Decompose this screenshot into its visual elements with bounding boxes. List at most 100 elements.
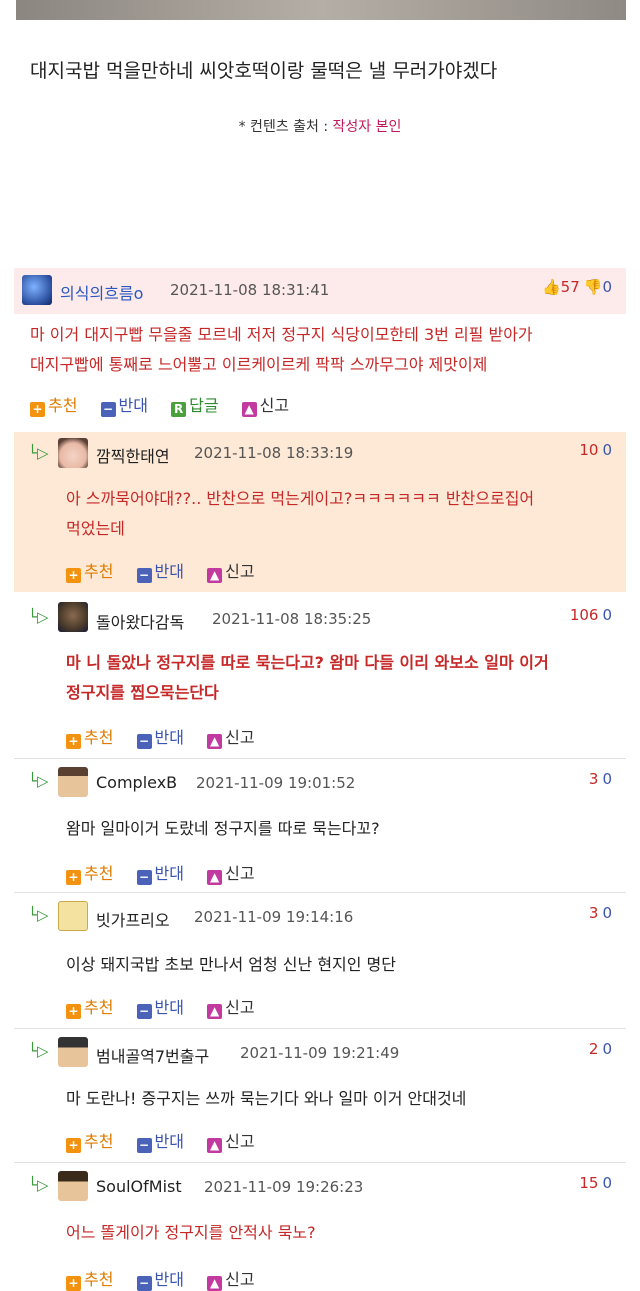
upvote-count: 57 xyxy=(560,278,580,296)
downvote-label: 반대 xyxy=(154,998,184,1017)
comment-nickname[interactable]: 범내골역7번출구 xyxy=(96,1043,209,1067)
plus-icon: + xyxy=(66,1276,81,1291)
downvote-count: 0 xyxy=(602,1040,612,1058)
avatar[interactable] xyxy=(22,275,52,305)
upvote-button[interactable]: + 추천 xyxy=(66,724,113,749)
upvote-button[interactable]: + 추천 xyxy=(66,860,113,885)
upvote-label: 추천 xyxy=(84,998,114,1017)
avatar[interactable] xyxy=(58,767,88,797)
comment-score: 20 xyxy=(589,1040,612,1058)
report-label: 신고 xyxy=(225,728,255,747)
report-button[interactable]: ▲ 신고 xyxy=(241,392,289,417)
comment-item: └▷ 빗가프리오 2021-11-09 19:14:16 30 이상 돼지국밥 … xyxy=(14,894,626,1029)
avatar[interactable] xyxy=(58,1037,88,1067)
comment-score: 30 xyxy=(589,904,612,922)
report-button[interactable]: ▲ 신고 xyxy=(207,724,255,749)
comment-text-line: 마 이거 대지구빱 무을줄 모르네 저저 정구지 식당이모한테 3번 리필 받아… xyxy=(30,325,533,344)
comment-actions: + 추천 − 반대 ▲ 신고 xyxy=(66,860,273,885)
avatar[interactable] xyxy=(58,1171,88,1201)
comment-text: 마 이거 대지구빱 무을줄 모르네 저저 정구지 식당이모한테 3번 리필 받아… xyxy=(30,320,620,380)
reply-icon: R xyxy=(171,402,187,417)
comment-score: 10 0 xyxy=(579,441,612,459)
upvote-label: 추천 xyxy=(84,864,114,883)
downvote-count: 0 xyxy=(602,606,612,624)
comment-item: └▷ 깜찍한태연 2021-11-08 18:33:19 10 0 아 스까묵어야… xyxy=(14,432,626,592)
post-image-bottom-edge xyxy=(16,0,626,20)
upvote-button[interactable]: + 추천 xyxy=(66,558,113,583)
upvote-button[interactable]: + 추천 xyxy=(66,1266,113,1291)
downvote-button[interactable]: − 반대 xyxy=(136,1128,184,1153)
report-label: 신고 xyxy=(225,864,255,883)
siren-icon: ▲ xyxy=(207,1138,223,1153)
comment-item: 의식의흐름o 2021-11-08 18:31:41 👍57 👎0 마 이거 대지… xyxy=(14,268,626,430)
comment-text: 왐마 일마이거 도랐네 정구지를 따로 묵는다꼬? xyxy=(66,819,380,838)
source-author-link[interactable]: 작성자 본인 xyxy=(333,119,402,135)
comment-text: 아 스까묵어야대??.. 반찬으로 먹는게이고?ㅋㅋㅋㅋㅋㅋ 반찬으로집어 먹었… xyxy=(66,484,616,544)
downvote-count: 0 xyxy=(602,904,612,922)
comment-actions: + 추천 − 반대 ▲ 신고 xyxy=(66,724,273,749)
downvote-count: 0 xyxy=(602,441,612,459)
report-button[interactable]: ▲ 신고 xyxy=(207,1128,255,1153)
reply-arrow-icon: └▷ xyxy=(28,444,49,462)
downvote-count: 0 xyxy=(602,1174,612,1192)
comment-date: 2021-11-09 19:14:16 xyxy=(194,908,354,926)
minus-icon: − xyxy=(136,1138,152,1153)
minus-icon: − xyxy=(136,870,152,885)
comment-actions: + 추천 − 반대 ▲ 신고 xyxy=(66,1128,273,1153)
comment-date: 2021-11-08 18:31:41 xyxy=(170,281,330,299)
upvote-button[interactable]: + 추천 xyxy=(66,994,113,1019)
downvote-count: 0 xyxy=(602,278,612,296)
comment-item: └▷ SoulOfMist 2021-11-09 19:26:23 15 0 어느… xyxy=(14,1164,626,1291)
comment-nickname[interactable]: 깜찍한태연 xyxy=(96,443,170,467)
downvote-button[interactable]: − 반대 xyxy=(100,392,148,417)
downvote-button[interactable]: − 반대 xyxy=(136,724,184,749)
downvote-button[interactable]: − 반대 xyxy=(136,558,184,583)
content-source: * 컨텐츠 출처 : 작성자 본인 xyxy=(0,116,640,136)
reply-arrow-icon: └▷ xyxy=(28,772,49,790)
downvote-button[interactable]: − 반대 xyxy=(136,994,184,1019)
siren-icon: ▲ xyxy=(241,402,257,417)
reply-label: 답글 xyxy=(189,396,219,415)
comment-actions: + 추천 − 반대 R 답글 ▲ 신고 xyxy=(30,392,307,417)
report-button[interactable]: ▲ 신고 xyxy=(207,1266,255,1291)
comment-score: 30 xyxy=(589,770,612,788)
comment-nickname[interactable]: ComplexB xyxy=(96,773,177,792)
downvote-label: 반대 xyxy=(154,864,184,883)
upvote-count: 106 xyxy=(569,606,599,624)
comment-nickname[interactable]: SoulOfMist xyxy=(96,1177,182,1196)
upvote-count: 3 xyxy=(588,904,599,922)
upvote-count: 2 xyxy=(588,1040,599,1058)
comment-nickname[interactable]: 의식의흐름o xyxy=(60,280,143,304)
report-button[interactable]: ▲ 신고 xyxy=(207,994,255,1019)
comment-text-line: 아 스까묵어야대??.. 반찬으로 먹는게이고?ㅋㅋㅋㅋㅋㅋ 반찬으로집어 xyxy=(66,489,535,508)
comment-item: └▷ 범내골역7번출구 2021-11-09 19:21:49 20 마 도란나… xyxy=(14,1030,626,1163)
upvote-button[interactable]: + 추천 xyxy=(66,1128,113,1153)
report-label: 신고 xyxy=(225,1132,255,1151)
minus-icon: − xyxy=(136,734,152,749)
comment-nickname[interactable]: 돌아왔다감독 xyxy=(96,609,184,633)
upvote-button[interactable]: + 추천 xyxy=(30,392,77,417)
comment-nickname[interactable]: 빗가프리오 xyxy=(96,907,170,931)
avatar[interactable] xyxy=(58,602,88,632)
avatar[interactable] xyxy=(58,901,88,931)
comment-score: 15 0 xyxy=(579,1174,612,1192)
avatar[interactable] xyxy=(58,438,88,468)
comment-score: 👍57 👎0 xyxy=(542,278,612,296)
comment-text: 마 니 돌았나 정구지를 따로 묵는다고? 왐마 다들 이리 와보소 일마 이거… xyxy=(66,648,626,708)
plus-icon: + xyxy=(66,568,81,583)
siren-icon: ▲ xyxy=(207,1276,223,1291)
downvote-button[interactable]: − 반대 xyxy=(136,1266,184,1291)
reply-button[interactable]: R 답글 xyxy=(171,392,219,417)
report-button[interactable]: ▲ 신고 xyxy=(207,558,255,583)
source-prefix: * 컨텐츠 출처 : xyxy=(238,119,333,135)
upvote-count: 10 xyxy=(579,441,599,459)
upvote-label: 추천 xyxy=(84,562,114,581)
upvote-label: 추천 xyxy=(84,728,114,747)
report-button[interactable]: ▲ 신고 xyxy=(207,860,255,885)
comment-actions: + 추천 − 반대 ▲ 신고 xyxy=(66,558,273,583)
reply-arrow-icon: └▷ xyxy=(28,1042,49,1060)
comment-text: 어느 똘게이가 정구지를 안적사 묵노? xyxy=(66,1223,316,1242)
comment-item: └▷ 돌아왔다감독 2021-11-08 18:35:25 106 0 마 니 돌… xyxy=(14,594,626,759)
comment-date: 2021-11-08 18:33:19 xyxy=(194,444,354,462)
downvote-button[interactable]: − 반대 xyxy=(136,860,184,885)
